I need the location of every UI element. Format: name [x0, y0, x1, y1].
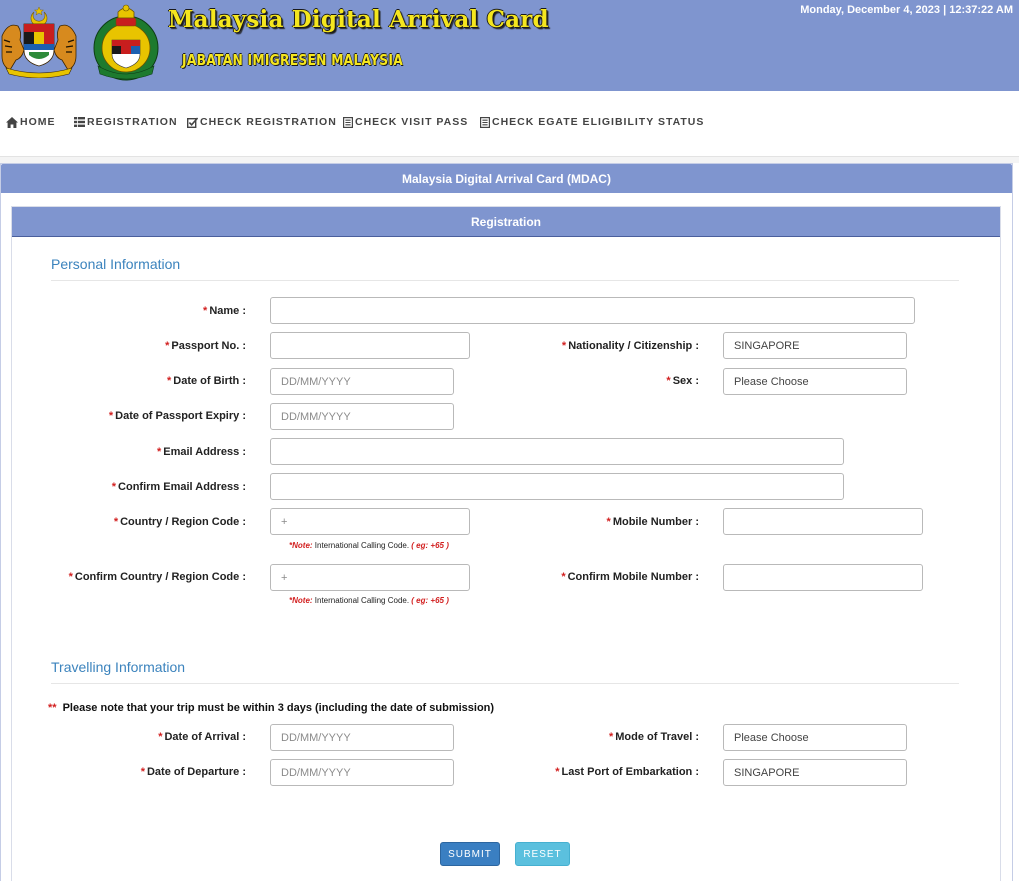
- nationality-select[interactable]: SINGAPORE: [723, 332, 907, 359]
- nav-home[interactable]: HOME: [6, 116, 56, 128]
- mdac-panel-title: Malaysia Digital Arrival Card (MDAC): [1, 164, 1012, 193]
- mode-of-travel-select[interactable]: Please Choose: [723, 724, 907, 751]
- travel-info-heading: Travelling Information: [51, 659, 186, 675]
- name-label: * Name :: [203, 305, 246, 317]
- nav-check-registration-label: CHECK REGISTRATION: [200, 116, 337, 128]
- check-square-icon: [187, 116, 198, 128]
- mobile-label: * Mobile Number :: [606, 516, 699, 528]
- region-code-label: * Country / Region Code :: [113, 516, 246, 528]
- email-label: * Email Address :: [156, 446, 246, 458]
- mode-of-travel-label: * Mode of Travel :: [608, 731, 699, 743]
- document-list-icon: [480, 116, 490, 128]
- nav-check-egate-label: CHECK EGATE ELIGIBILITY STATUS: [492, 116, 705, 128]
- section-divider: [51, 683, 959, 684]
- departure-date-input[interactable]: [270, 759, 454, 786]
- port-of-embarkation-select[interactable]: SINGAPORE: [723, 759, 907, 786]
- current-datetime: Monday, December 4, 2023 | 12:37:22 AM: [800, 4, 1013, 16]
- home-icon: [6, 116, 18, 128]
- sex-select[interactable]: Please Choose: [723, 368, 907, 395]
- name-input[interactable]: [270, 297, 915, 324]
- site-title: Malaysia Digital Arrival Card: [168, 6, 549, 33]
- registration-panel-title: Registration: [12, 207, 1000, 237]
- coat-of-arms-icon: [1, 6, 77, 78]
- immigration-crest-icon: [93, 4, 159, 81]
- passport-input[interactable]: [270, 332, 470, 359]
- confirm-email-label: * Confirm Email Address :: [111, 481, 246, 493]
- sex-label: * Sex :: [666, 375, 699, 387]
- section-divider: [51, 280, 959, 281]
- main-navigation: HOME REGISTRATION CHECK REGISTRATION CHE…: [0, 91, 1019, 157]
- site-header: Malaysia Digital Arrival Card JABATAN IM…: [0, 0, 1019, 91]
- nav-check-visit-pass-label: CHECK VISIT PASS: [355, 116, 469, 128]
- passport-expiry-label: * Date of Passport Expiry :: [108, 410, 246, 422]
- confirm-region-code-input[interactable]: [270, 564, 470, 591]
- trip-duration-note: ** Please note that your trip must be wit…: [48, 702, 495, 714]
- document-list-icon: [343, 116, 353, 128]
- email-input[interactable]: [270, 438, 844, 465]
- submit-button[interactable]: SUBMIT: [440, 842, 500, 866]
- passport-expiry-input[interactable]: [270, 403, 454, 430]
- calling-code-note: *Note: International Calling Code. ( eg:…: [289, 541, 449, 550]
- list-icon: [74, 117, 85, 127]
- site-subtitle: JABATAN IMIGRESEN MALAYSIA: [182, 51, 403, 69]
- confirm-mobile-input[interactable]: [723, 564, 923, 591]
- nav-registration[interactable]: REGISTRATION: [74, 116, 178, 128]
- nav-check-visit-pass[interactable]: CHECK VISIT PASS: [343, 116, 468, 128]
- dob-input[interactable]: [270, 368, 454, 395]
- nav-home-label: HOME: [20, 116, 56, 128]
- nav-registration-label: REGISTRATION: [87, 116, 178, 128]
- port-of-embarkation-label: * Last Port of Embarkation :: [555, 766, 699, 778]
- arrival-date-input[interactable]: [270, 724, 454, 751]
- reset-button[interactable]: RESET: [515, 842, 570, 866]
- confirm-region-code-label: * Confirm Country / Region Code :: [68, 571, 246, 583]
- personal-info-heading: Personal Information: [51, 256, 181, 272]
- dob-label: * Date of Birth :: [166, 375, 246, 387]
- nav-check-egate[interactable]: CHECK EGATE ELIGIBILITY STATUS: [480, 116, 704, 128]
- confirm-email-input[interactable]: [270, 473, 844, 500]
- passport-label: * Passport No. :: [165, 340, 246, 352]
- arrival-date-label: * Date of Arrival :: [158, 731, 246, 743]
- nationality-label: * Nationality / Citizenship :: [561, 340, 699, 352]
- nav-check-registration[interactable]: CHECK REGISTRATION: [187, 116, 337, 128]
- confirm-mobile-label: * Confirm Mobile Number :: [561, 571, 699, 583]
- departure-date-label: * Date of Departure :: [140, 766, 246, 778]
- calling-code-note: *Note: International Calling Code. ( eg:…: [289, 596, 449, 605]
- region-code-input[interactable]: [270, 508, 470, 535]
- mobile-input[interactable]: [723, 508, 923, 535]
